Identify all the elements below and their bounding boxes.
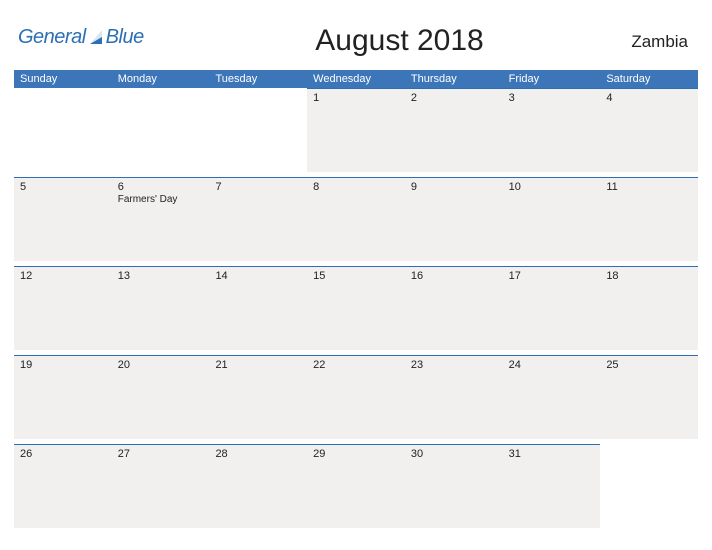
- sail-icon: [88, 28, 106, 46]
- day-number: 6: [118, 181, 204, 193]
- day-cell: 27: [112, 444, 210, 528]
- day-cell: [112, 88, 210, 172]
- day-number: 9: [411, 181, 497, 193]
- day-number: 19: [20, 359, 106, 371]
- day-cell: 5: [14, 177, 112, 261]
- weeks-container: 123456Farmers' Day7891011121314151617181…: [14, 88, 698, 528]
- day-number: 11: [606, 181, 692, 193]
- week-row: 56Farmers' Day7891011: [14, 177, 698, 261]
- day-number: 3: [509, 92, 595, 104]
- country-label: Zambia: [631, 20, 694, 52]
- day-cell: 11: [600, 177, 698, 261]
- day-cell: 22: [307, 355, 405, 439]
- logo-text-general: General: [18, 26, 86, 49]
- week-row: 12 13 14 15 16 17 18: [14, 266, 698, 350]
- day-number: 5: [20, 181, 106, 193]
- week-row: 26 27 28 29 30 31: [14, 444, 698, 528]
- day-cell: 29: [307, 444, 405, 528]
- day-cell: [209, 88, 307, 172]
- day-number: 23: [411, 359, 497, 371]
- day-cell: 20: [112, 355, 210, 439]
- day-cell: [600, 444, 698, 528]
- day-header: Thursday: [405, 70, 503, 88]
- week-row: 1234: [14, 88, 698, 172]
- day-number: 12: [20, 270, 106, 282]
- day-number: 16: [411, 270, 497, 282]
- day-number: 2: [411, 92, 497, 104]
- day-header: Sunday: [14, 70, 112, 88]
- day-number: 15: [313, 270, 399, 282]
- day-number: 14: [215, 270, 301, 282]
- day-cell: 28: [209, 444, 307, 528]
- week-row: 19 20 21 22 23 24 25: [14, 355, 698, 439]
- day-cell: [14, 88, 112, 172]
- page-title: August 2018: [144, 20, 632, 58]
- day-number: 10: [509, 181, 595, 193]
- day-cell: 31: [503, 444, 601, 528]
- day-cell: 16: [405, 266, 503, 350]
- day-cell: 12: [14, 266, 112, 350]
- day-number: 28: [215, 448, 301, 460]
- day-header: Tuesday: [209, 70, 307, 88]
- day-cell: 24: [503, 355, 601, 439]
- day-header: Wednesday: [307, 70, 405, 88]
- day-number: 24: [509, 359, 595, 371]
- day-cell: 26: [14, 444, 112, 528]
- header: General Blue August 2018 Zambia: [14, 20, 698, 58]
- calendar: Sunday Monday Tuesday Wednesday Thursday…: [14, 70, 698, 528]
- day-number: 22: [313, 359, 399, 371]
- day-number: 18: [606, 270, 692, 282]
- day-cell: 17: [503, 266, 601, 350]
- day-number: 21: [215, 359, 301, 371]
- day-number: 1: [313, 92, 399, 104]
- day-cell: 23: [405, 355, 503, 439]
- day-cell: 19: [14, 355, 112, 439]
- day-header-row: Sunday Monday Tuesday Wednesday Thursday…: [14, 70, 698, 88]
- day-number: 29: [313, 448, 399, 460]
- day-cell: 9: [405, 177, 503, 261]
- day-cell: 10: [503, 177, 601, 261]
- day-cell: 21: [209, 355, 307, 439]
- day-cell: 8: [307, 177, 405, 261]
- day-number: 20: [118, 359, 204, 371]
- day-number: 8: [313, 181, 399, 193]
- day-cell: 7: [209, 177, 307, 261]
- day-cell: 30: [405, 444, 503, 528]
- day-number: 31: [509, 448, 595, 460]
- day-cell: 1: [307, 88, 405, 172]
- day-cell: 14: [209, 266, 307, 350]
- logo-text-blue: Blue: [106, 26, 144, 49]
- day-number: 25: [606, 359, 692, 371]
- day-cell: 13: [112, 266, 210, 350]
- day-cell: 3: [503, 88, 601, 172]
- day-number: 17: [509, 270, 595, 282]
- day-cell: 25: [600, 355, 698, 439]
- day-number: 30: [411, 448, 497, 460]
- day-cell: 4: [600, 88, 698, 172]
- day-number: 27: [118, 448, 204, 460]
- day-cell: 2: [405, 88, 503, 172]
- day-header: Monday: [112, 70, 210, 88]
- day-event: Farmers' Day: [118, 194, 204, 205]
- day-number: 4: [606, 92, 692, 104]
- day-number: 26: [20, 448, 106, 460]
- day-number: 7: [215, 181, 301, 193]
- day-header: Saturday: [600, 70, 698, 88]
- day-number: 13: [118, 270, 204, 282]
- day-cell: 6Farmers' Day: [112, 177, 210, 261]
- day-cell: 18: [600, 266, 698, 350]
- day-header: Friday: [503, 70, 601, 88]
- logo: General Blue: [18, 20, 144, 49]
- day-cell: 15: [307, 266, 405, 350]
